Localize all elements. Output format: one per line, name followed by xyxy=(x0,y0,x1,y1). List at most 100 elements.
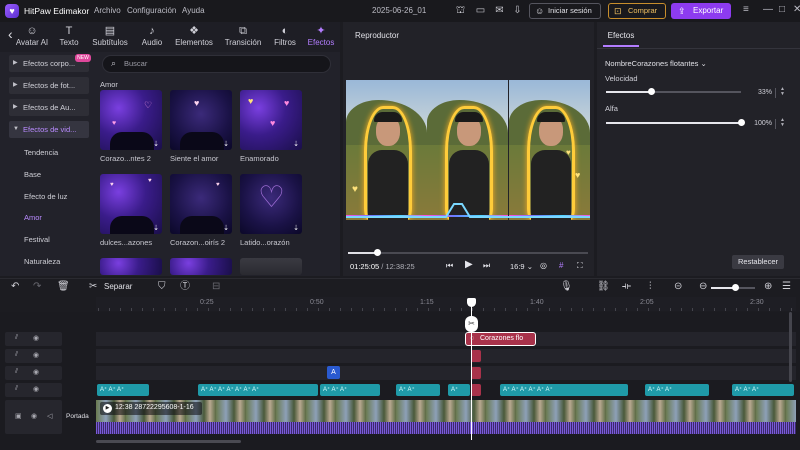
effect-card[interactable] xyxy=(240,258,302,275)
play-icon[interactable]: ▶ xyxy=(465,259,473,270)
effect-clip-selected[interactable]: ◌ Corazones flo xyxy=(465,332,536,346)
next-frame-icon[interactable]: ⏭ xyxy=(483,261,490,271)
download-icon[interactable]: ⇩ xyxy=(512,5,523,16)
effect-clip[interactable] xyxy=(471,367,481,379)
spinner-icon[interactable]: ▲ ▼ xyxy=(780,118,785,128)
message-icon[interactable]: ✉ xyxy=(494,5,505,16)
fit-icon[interactable]: ⊝ xyxy=(674,281,682,293)
tab-transicion[interactable]: ⧉ Transición xyxy=(222,22,264,52)
tab-avatar-ai[interactable]: ☺ Avatar AI xyxy=(14,22,50,52)
minimize-icon[interactable]: — xyxy=(763,4,773,15)
effect-card[interactable]: ♥ ♥ ⇣ xyxy=(100,174,162,234)
subcategory-naturaleza[interactable]: Naturaleza xyxy=(24,257,60,266)
menu-archivo[interactable]: Archivo xyxy=(94,6,121,15)
zoom-in-icon[interactable]: ⊕ xyxy=(764,281,772,293)
scissors-icon[interactable]: ✂ xyxy=(89,281,97,293)
text-clip[interactable]: A⁺ A⁺ A⁺ A⁺ A⁺ A⁺ A⁺ xyxy=(198,384,318,396)
effect-card[interactable] xyxy=(170,258,232,275)
camera-icon[interactable]: ◎ xyxy=(540,261,547,270)
download-icon[interactable]: ⇣ xyxy=(153,140,159,148)
hamburger-icon[interactable]: ≡ xyxy=(743,4,749,15)
horizontal-scrollbar[interactable] xyxy=(96,440,241,443)
category-efectos-fotos[interactable]: ▶ Efectos de fot... xyxy=(9,77,89,94)
gift-icon[interactable]: ⛫ xyxy=(455,5,466,16)
effect-card[interactable] xyxy=(100,258,162,275)
eye-icon[interactable]: ◉ xyxy=(33,368,39,376)
zoom-out-icon[interactable]: ⊖ xyxy=(699,281,707,293)
text-clip[interactable]: A⁺ A⁺ A⁺ A⁺ A⁺ A⁺ xyxy=(500,384,628,396)
download-icon[interactable]: ⇣ xyxy=(293,140,299,148)
tab-texto[interactable]: T Texto xyxy=(54,22,84,52)
menu-configuracion[interactable]: Configuración xyxy=(127,6,176,15)
split-button[interactable]: Separar xyxy=(104,282,132,291)
audio-marker[interactable]: A xyxy=(327,366,340,379)
text-clip[interactable]: A⁺ xyxy=(448,384,470,396)
download-icon[interactable]: ⇣ xyxy=(223,224,229,232)
aspect-ratio-select[interactable]: 16:9 ⌄ xyxy=(510,262,533,271)
text-clip[interactable]: A⁺ A⁺ xyxy=(396,384,440,396)
category-efectos-video[interactable]: ▼ Efectos de vid... xyxy=(9,121,89,138)
effect-card[interactable]: ♡ ♥ ⇣ xyxy=(100,90,162,150)
tab-efectos-properties[interactable]: Efectos xyxy=(603,27,639,47)
eye-icon[interactable]: ◉ xyxy=(31,412,37,420)
menu-icon[interactable]: ☰ xyxy=(782,281,791,293)
snap-icon[interactable]: ⟛ xyxy=(622,281,631,293)
delete-icon[interactable]: 🗑 xyxy=(57,281,70,293)
fullscreen-icon[interactable]: ⛶ xyxy=(577,261,583,271)
eye-icon[interactable]: ◉ xyxy=(33,334,39,342)
microphone-icon[interactable]: 🎙 xyxy=(560,281,573,293)
tab-filtros[interactable]: ◐ Filtros xyxy=(270,22,300,52)
back-arrow-icon[interactable]: ‹ xyxy=(8,26,13,42)
close-icon[interactable]: ✕ xyxy=(793,4,800,15)
text-box-icon[interactable]: Ⓣ xyxy=(180,281,190,293)
screen-icon[interactable]: ▭ xyxy=(475,5,486,16)
download-icon[interactable]: ⇣ xyxy=(153,224,159,232)
alpha-slider-knob[interactable] xyxy=(738,119,745,126)
subcategory-amor[interactable]: Amor xyxy=(24,213,42,222)
play-icon[interactable]: ▶ xyxy=(103,404,112,413)
effect-track[interactable] xyxy=(96,349,796,363)
login-button[interactable]: ☺ Iniciar sesión xyxy=(529,3,601,19)
lock-icon[interactable]: ⊟ xyxy=(212,281,220,293)
playhead-marker[interactable] xyxy=(467,298,476,307)
category-efectos-audio[interactable]: ▶ Efectos de Au... xyxy=(9,99,89,116)
volume-icon[interactable]: ◁ xyxy=(47,412,52,420)
eye-icon[interactable]: ◉ xyxy=(33,385,39,393)
subcategory-base[interactable]: Base xyxy=(24,170,41,179)
menu-ayuda[interactable]: Ayuda xyxy=(182,6,205,15)
effect-card[interactable]: ♡ ⇣ xyxy=(240,174,302,234)
grid-icon[interactable]: # xyxy=(559,261,563,270)
markers-icon[interactable]: ⫶ xyxy=(649,281,652,293)
effect-card[interactable]: ♥ ⇣ xyxy=(170,90,232,150)
split-scissors-icon[interactable]: ✂ xyxy=(465,316,478,332)
lock-icon[interactable]: ⫽ xyxy=(15,368,18,376)
eye-icon[interactable]: ◉ xyxy=(33,351,39,359)
effect-clip[interactable] xyxy=(471,350,481,362)
effect-track[interactable] xyxy=(96,366,796,380)
text-clip[interactable]: A⁺ A⁺ A⁺ xyxy=(645,384,709,396)
speed-value[interactable]: 33% xyxy=(748,86,772,99)
audio-waveform[interactable] xyxy=(96,422,796,434)
effect-clip[interactable] xyxy=(471,384,481,396)
text-clip[interactable]: A⁺ A⁺ A⁺ xyxy=(732,384,794,396)
tab-subtitulos[interactable]: ▤ Subtítulos xyxy=(88,22,132,52)
lock-icon[interactable]: ⫽ xyxy=(15,351,18,359)
subcategory-tendencia[interactable]: Tendencia xyxy=(24,148,58,157)
vertical-scrollbar[interactable] xyxy=(789,312,792,382)
prev-frame-icon[interactable]: ⏮ xyxy=(446,261,453,271)
buy-button[interactable]: ⊡ Comprar xyxy=(608,3,666,19)
playback-scrubber[interactable] xyxy=(373,249,381,256)
maximize-icon[interactable]: □ xyxy=(779,4,785,15)
undo-icon[interactable]: ↶ xyxy=(11,281,19,293)
tab-elementos[interactable]: ❖ Elementos xyxy=(172,22,216,52)
lock-icon[interactable]: ⫽ xyxy=(15,334,18,342)
shield-icon[interactable]: ⛉ xyxy=(158,281,166,293)
text-clip[interactable]: A⁺ A⁺ A⁺ xyxy=(97,384,149,396)
alpha-value[interactable]: 100% xyxy=(748,117,772,130)
tab-audio[interactable]: ♪ Audio xyxy=(138,22,166,52)
text-clip[interactable]: A⁺ A⁺ A⁺ xyxy=(320,384,380,396)
cover-label[interactable]: Portada xyxy=(66,413,89,420)
image-icon[interactable]: ▣ xyxy=(15,412,22,420)
effect-card[interactable]: ♥ ♥ ♥ ⇣ xyxy=(240,90,302,150)
effect-name-select[interactable]: NombreCorazones flotantes ⌄ xyxy=(605,59,707,68)
